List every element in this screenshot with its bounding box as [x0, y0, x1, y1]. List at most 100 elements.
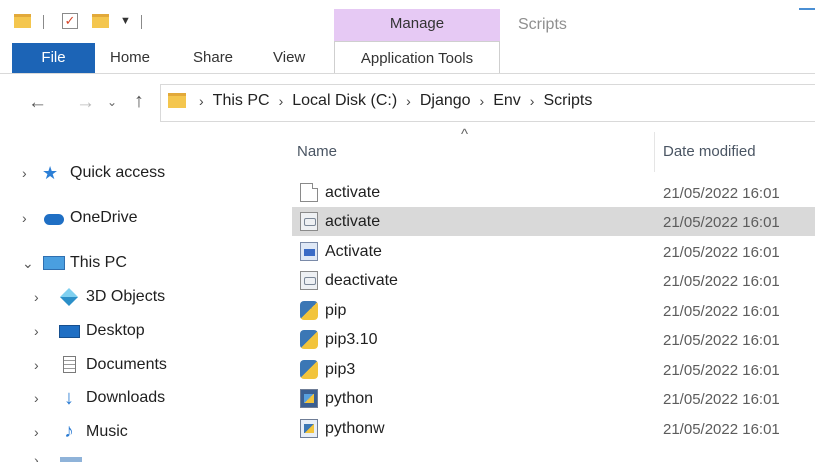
- crumb-django[interactable]: Django: [420, 92, 471, 110]
- nav-item-label: Music: [86, 423, 128, 440]
- nav-item-quick-access[interactable]: › ★ Quick access: [22, 161, 165, 185]
- powershell-script-icon: [300, 242, 318, 261]
- file-icon: [300, 183, 318, 202]
- batch-file-icon: [300, 212, 318, 231]
- list-item[interactable]: pythonw 21/05/2022 16:01: [292, 414, 815, 443]
- crumb-this-pc[interactable]: This PC: [213, 92, 270, 110]
- file-name: pythonw: [325, 420, 385, 437]
- properties-icon[interactable]: ✓: [62, 13, 78, 29]
- nav-item-label: Documents: [86, 356, 167, 373]
- list-item[interactable]: pip3 21/05/2022 16:01: [292, 355, 815, 384]
- column-header-date-modified[interactable]: Date modified: [663, 143, 756, 160]
- chevron-right-icon[interactable]: ›: [279, 93, 284, 109]
- cloud-icon: [42, 209, 64, 227]
- nav-item-3d-objects[interactable]: › 3D Objects: [34, 285, 165, 309]
- column-header-name[interactable]: Name: [297, 143, 337, 160]
- file-date: 21/05/2022 16:01: [663, 391, 780, 408]
- up-arrow-icon[interactable]: ↑: [134, 90, 144, 113]
- file-name: deactivate: [325, 272, 398, 289]
- list-item[interactable]: deactivate 21/05/2022 16:01: [292, 266, 815, 295]
- list-item[interactable]: pip3.10 21/05/2022 16:01: [292, 325, 815, 354]
- nav-item-label: This PC: [70, 254, 127, 271]
- list-item[interactable]: pip 21/05/2022 16:01: [292, 296, 815, 325]
- sort-ascending-icon: ^: [461, 126, 469, 143]
- tab-file[interactable]: File: [12, 43, 95, 73]
- window-title: Scripts: [518, 16, 567, 33]
- recent-locations-icon[interactable]: ⌄: [107, 95, 117, 109]
- crumb-scripts[interactable]: Scripts: [543, 92, 592, 110]
- nav-item-downloads[interactable]: › ↓ Downloads: [34, 386, 165, 410]
- tab-home[interactable]: Home: [110, 49, 150, 66]
- chevron-right-icon[interactable]: ›: [34, 323, 50, 339]
- list-item[interactable]: activate 21/05/2022 16:01: [292, 178, 815, 207]
- chevron-right-icon[interactable]: ›: [34, 289, 50, 305]
- chevron-right-icon[interactable]: ›: [34, 424, 50, 440]
- cube-icon: [58, 287, 80, 307]
- list-item[interactable]: Activate 21/05/2022 16:01: [292, 237, 815, 266]
- file-date: 21/05/2022 16:01: [663, 185, 780, 202]
- file-name: activate: [325, 213, 381, 230]
- chevron-right-icon[interactable]: ›: [199, 93, 204, 109]
- chevron-right-icon[interactable]: ›: [406, 93, 411, 109]
- batch-file-icon: [300, 271, 318, 290]
- file-date: 21/05/2022 16:01: [663, 214, 780, 231]
- chevron-right-icon[interactable]: ›: [34, 357, 50, 373]
- file-date: 21/05/2022 16:01: [663, 273, 780, 290]
- nav-item-label: OneDrive: [70, 209, 138, 226]
- nav-item-onedrive[interactable]: › OneDrive: [22, 206, 138, 230]
- list-item-selected[interactable]: activate 21/05/2022 16:01: [292, 207, 815, 236]
- file-name: pip3: [325, 361, 356, 378]
- chevron-down-icon[interactable]: ⌄: [22, 255, 38, 272]
- nav-item-music[interactable]: › ♪ Music: [34, 420, 128, 444]
- file-name: activate: [325, 184, 381, 201]
- tab-application-tools[interactable]: Application Tools: [334, 41, 500, 74]
- folder-icon[interactable]: [14, 14, 31, 28]
- tab-view[interactable]: View: [273, 49, 305, 66]
- customize-toolbar-icon[interactable]: ▼: [120, 15, 131, 27]
- file-date: 21/05/2022 16:01: [663, 332, 780, 349]
- nav-item-label: Quick access: [70, 164, 166, 181]
- chevron-right-icon[interactable]: ›: [480, 93, 485, 109]
- column-divider[interactable]: [654, 132, 655, 172]
- download-icon: ↓: [64, 387, 74, 409]
- file-date: 21/05/2022 16:01: [663, 244, 780, 261]
- nav-item-label: Desktop: [86, 322, 145, 339]
- file-date: 21/05/2022 16:01: [663, 303, 780, 320]
- tab-share[interactable]: Share: [193, 49, 233, 66]
- nav-item-label: 3D Objects: [86, 288, 166, 305]
- chevron-right-icon: ›: [34, 452, 39, 462]
- manage-tab-header: Manage: [334, 9, 500, 41]
- nav-item-documents[interactable]: › Documents: [34, 353, 167, 377]
- new-folder-icon[interactable]: [92, 14, 109, 28]
- list-item[interactable]: python 21/05/2022 16:01: [292, 384, 815, 413]
- computer-icon: [42, 254, 65, 272]
- breadcrumb: › This PC › Local Disk (C:) › Django › E…: [190, 92, 592, 110]
- python-file-icon: [300, 330, 318, 349]
- toolbar-divider: [43, 15, 44, 29]
- folder-icon: [168, 93, 186, 108]
- chevron-right-icon[interactable]: ›: [22, 210, 38, 226]
- python-exe-icon: [300, 389, 318, 408]
- back-arrow-icon[interactable]: ←: [28, 92, 47, 114]
- crumb-local-disk[interactable]: Local Disk (C:): [292, 92, 397, 110]
- nav-item-desktop[interactable]: › Desktop: [34, 319, 145, 343]
- documents-icon: [58, 356, 80, 374]
- file-date: 21/05/2022 16:01: [663, 421, 780, 438]
- chevron-right-icon[interactable]: ›: [22, 165, 38, 181]
- nav-item-this-pc[interactable]: ⌄ This PC: [22, 251, 127, 275]
- file-date: 21/05/2022 16:01: [663, 362, 780, 379]
- file-name: pip: [325, 302, 347, 319]
- forward-arrow-icon[interactable]: →: [76, 92, 95, 114]
- desktop-icon: [58, 322, 80, 340]
- pythonw-exe-icon: [300, 419, 318, 438]
- ribbon-divider: [0, 73, 815, 74]
- crumb-env[interactable]: Env: [493, 92, 521, 110]
- file-name: python: [325, 390, 374, 407]
- nav-item-label: Downloads: [86, 389, 166, 406]
- window-accent: [799, 8, 815, 10]
- pictures-icon: [60, 457, 83, 462]
- chevron-right-icon[interactable]: ›: [34, 390, 50, 406]
- python-file-icon: [300, 360, 318, 379]
- chevron-right-icon[interactable]: ›: [530, 93, 535, 109]
- python-file-icon: [300, 301, 318, 320]
